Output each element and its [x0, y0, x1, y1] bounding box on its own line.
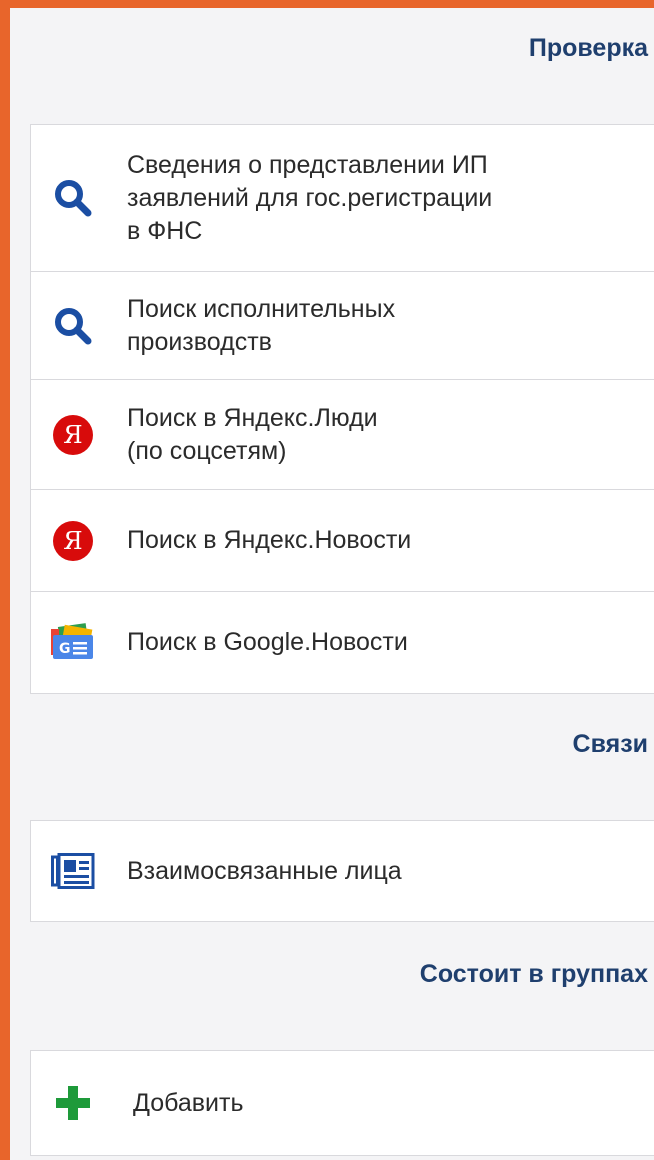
- related-persons-icon: [49, 847, 97, 895]
- list-item-google-news[interactable]: G Поиск в Google.Новости: [31, 592, 654, 693]
- list-item-fns-registration[interactable]: Сведения о представлении ИП заявлений дл…: [31, 125, 654, 272]
- google-news-icon: G: [49, 619, 97, 667]
- svg-text:G: G: [59, 641, 71, 657]
- groups-list: Добавить: [30, 1050, 654, 1156]
- check-list: Сведения о представлении ИП заявлений дл…: [30, 124, 654, 694]
- section-title-check: Проверка: [528, 34, 648, 62]
- plus-icon: [49, 1079, 97, 1127]
- item-label: Поиск исполнительных производств: [127, 294, 396, 356]
- item-label: Взаимосвязанные лица: [127, 856, 402, 885]
- list-item-yandex-people[interactable]: Я Поиск в Яндекс.Люди (по соцсетям): [31, 380, 654, 490]
- item-label: Поиск в Google.Новости: [127, 628, 408, 656]
- section-title-links: Связи: [572, 730, 648, 758]
- search-icon: [49, 302, 97, 350]
- links-list: Взаимосвязанные лица: [30, 820, 654, 922]
- add-group-button[interactable]: Добавить: [31, 1051, 654, 1155]
- yandex-icon: Я: [49, 517, 97, 565]
- section-title-groups: Состоит в группах: [419, 960, 648, 988]
- item-label: Поиск в Яндекс.Люди (по соцсетям): [127, 403, 378, 465]
- item-label: Сведения о представлении ИП заявлений дл…: [127, 150, 493, 245]
- list-item-related-persons[interactable]: Взаимосвязанные лица: [31, 821, 654, 921]
- panel-frame: Проверка Сведения о представлении ИП зая…: [0, 0, 654, 1160]
- list-item-yandex-news[interactable]: Я Поиск в Яндекс.Новости: [31, 490, 654, 592]
- item-label: Поиск в Яндекс.Новости: [127, 526, 412, 554]
- list-item-enforcement-search[interactable]: Поиск исполнительных производств: [31, 272, 654, 380]
- item-label: Добавить: [133, 1088, 244, 1117]
- search-icon: [49, 174, 97, 222]
- yandex-icon: Я: [49, 411, 97, 459]
